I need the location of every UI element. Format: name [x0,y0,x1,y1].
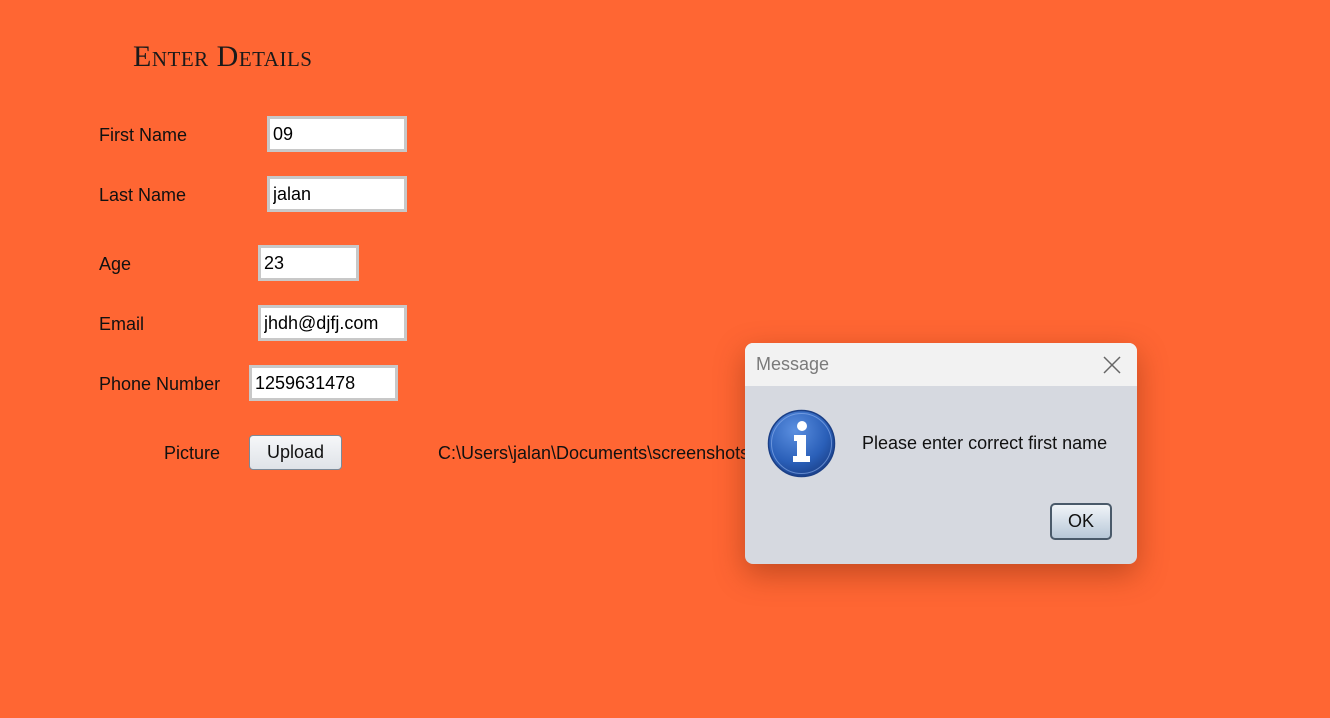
upload-button[interactable]: Upload [249,435,342,470]
age-label: Age [99,254,132,274]
ok-button[interactable]: OK [1050,503,1112,540]
picture-label: Picture [164,443,221,463]
first-name-field[interactable] [267,116,407,152]
dialog-message: Please enter correct first name [862,433,1108,453]
picture-path-text: C:\Users\jalan\Documents\screenshots [438,443,748,463]
dialog-title: Message [756,354,830,374]
email-field[interactable] [258,305,407,341]
last-name-field[interactable] [267,176,407,212]
info-icon [767,409,836,478]
first-name-label: First Name [99,125,188,145]
age-field[interactable] [258,245,359,281]
email-label: Email [99,314,145,334]
message-dialog: Message Please enter correct first name … [745,343,1137,564]
dialog-titlebar[interactable]: Message [745,343,1137,386]
close-icon[interactable] [1101,354,1123,376]
phone-number-label: Phone Number [99,374,221,394]
phone-number-field[interactable] [249,365,398,401]
page-title: Enter Details [133,40,313,73]
last-name-label: Last Name [99,185,187,205]
